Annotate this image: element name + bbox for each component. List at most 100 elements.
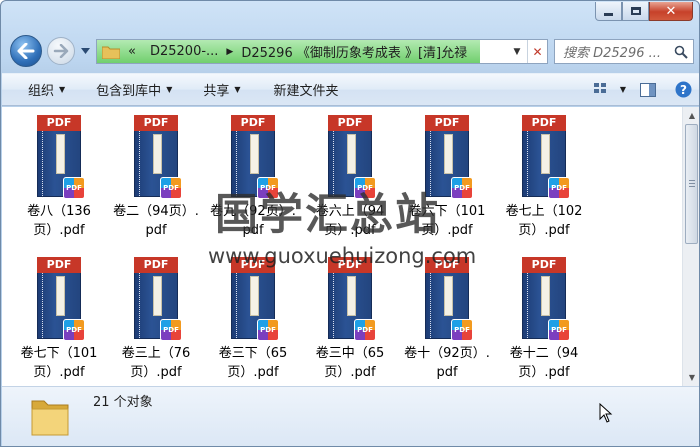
include-library-label: 包含到库中 bbox=[96, 84, 162, 99]
file-item[interactable]: PDF PDF 卷三下（65页）.pdf bbox=[208, 257, 298, 382]
forward-button[interactable] bbox=[47, 37, 75, 65]
pdf-label: PDF bbox=[37, 257, 81, 273]
navigation-bar: « D25200-... ▶ D25296 《御制历象考成表 》[清]允禄 ▼ … bbox=[1, 29, 699, 69]
file-item[interactable]: PDF PDF 卷七下（101页）.pdf bbox=[14, 257, 104, 382]
pdf-app-badge-icon: PDF bbox=[451, 319, 473, 341]
file-name: 卷三中（65页）.pdf bbox=[315, 346, 385, 380]
pdf-file-icon: PDF PDF bbox=[328, 257, 376, 341]
preview-pane-icon bbox=[640, 82, 656, 97]
file-name: 卷三上（76页）.pdf bbox=[121, 346, 191, 380]
file-name: 卷七下（101页）.pdf bbox=[20, 346, 98, 380]
help-icon: ? bbox=[675, 81, 691, 98]
command-bar: 组织 ▼ 包含到库中 ▼ 共享 ▼ 新建文件夹 ▼ ? bbox=[2, 73, 699, 106]
file-item[interactable]: PDF PDF 卷三中（65页）.pdf bbox=[305, 257, 395, 382]
scroll-up-button[interactable]: ▲ bbox=[684, 107, 699, 124]
close-button[interactable]: ✕ bbox=[649, 2, 693, 21]
new-folder-label: 新建文件夹 bbox=[273, 84, 339, 99]
chevron-down-icon: ▼ bbox=[59, 85, 66, 94]
chevron-down-icon: ▼ bbox=[688, 373, 696, 382]
pdf-label: PDF bbox=[134, 115, 178, 131]
back-button[interactable] bbox=[10, 35, 42, 67]
arrow-left-icon bbox=[17, 43, 35, 59]
pdf-file-icon: PDF PDF bbox=[522, 115, 570, 199]
watermark-title: 国学汇总站 bbox=[215, 190, 440, 240]
pdf-file-icon: PDF PDF bbox=[425, 257, 473, 341]
chevron-down-icon: ▼ bbox=[234, 85, 241, 94]
pdf-label: PDF bbox=[425, 115, 469, 131]
file-name: 卷八（136页）.pdf bbox=[27, 204, 91, 238]
pdf-app-badge-icon: PDF bbox=[63, 177, 85, 199]
pdf-file-icon: PDF PDF bbox=[134, 257, 182, 341]
pdf-app-badge-icon: PDF bbox=[451, 177, 473, 199]
scrollbar-thumb[interactable] bbox=[685, 124, 698, 244]
chevron-down-icon bbox=[81, 47, 90, 54]
share-menu[interactable]: 共享 ▼ bbox=[183, 74, 251, 105]
address-overflow-chevron[interactable]: « bbox=[128, 44, 136, 59]
view-dropdown-button[interactable]: ▼ bbox=[616, 74, 630, 105]
pdf-app-badge-icon: PDF bbox=[160, 319, 182, 341]
file-item[interactable]: PDF PDF 卷十（92页）.pdf bbox=[402, 257, 492, 382]
pdf-file-icon: PDF PDF bbox=[134, 115, 182, 199]
close-icon: ✕ bbox=[532, 44, 543, 59]
chevron-up-icon: ▲ bbox=[688, 111, 696, 120]
minimize-button[interactable] bbox=[595, 2, 622, 21]
new-folder-button[interactable]: 新建文件夹 bbox=[252, 74, 350, 105]
search-icon bbox=[674, 45, 688, 59]
pdf-label: PDF bbox=[37, 115, 81, 131]
pdf-app-badge-icon: PDF bbox=[354, 319, 376, 341]
search-box[interactable]: 搜索 D25296 ... bbox=[554, 39, 694, 64]
item-count: 21 个对象 bbox=[93, 395, 153, 410]
breadcrumb-parent[interactable]: D25200-... bbox=[150, 44, 218, 59]
organize-label: 组织 bbox=[28, 84, 55, 99]
file-name: 卷三下（65页）.pdf bbox=[218, 346, 288, 380]
caption-buttons: ✕ bbox=[595, 2, 693, 21]
file-name: 卷十二（94页）.pdf bbox=[509, 346, 579, 380]
details-pane: 21 个对象 bbox=[2, 386, 699, 446]
pdf-file-icon: PDF PDF bbox=[231, 257, 279, 341]
pdf-label: PDF bbox=[328, 115, 372, 131]
file-name: 卷十（92页）.pdf bbox=[404, 346, 490, 380]
svg-text:?: ? bbox=[680, 83, 687, 97]
search-button[interactable] bbox=[669, 40, 693, 63]
view-icon bbox=[594, 82, 606, 93]
pdf-label: PDF bbox=[134, 257, 178, 273]
arrow-right-icon bbox=[53, 44, 69, 58]
pdf-file-icon: PDF PDF bbox=[522, 257, 570, 341]
search-input[interactable]: 搜索 D25296 ... bbox=[555, 42, 669, 61]
vertical-scrollbar[interactable]: ▲ ▼ bbox=[682, 107, 699, 386]
chevron-down-icon: ▼ bbox=[619, 85, 627, 94]
recent-pages-dropdown[interactable] bbox=[80, 45, 91, 56]
pdf-label: PDF bbox=[522, 257, 566, 273]
file-item[interactable]: PDF PDF 卷十二（94页）.pdf bbox=[499, 257, 589, 382]
pdf-file-icon: PDF PDF bbox=[37, 257, 85, 341]
pdf-label: PDF bbox=[231, 115, 275, 131]
organize-menu[interactable]: 组织 ▼ bbox=[2, 74, 76, 105]
address-dropdown-button[interactable]: ▼ bbox=[507, 40, 527, 63]
file-item[interactable]: PDF PDF 卷二（94页）.pdf bbox=[111, 115, 201, 240]
close-icon: ✕ bbox=[665, 3, 677, 19]
help-button[interactable]: ? bbox=[666, 74, 699, 105]
pdf-app-badge-icon: PDF bbox=[63, 319, 85, 341]
maximize-icon bbox=[630, 7, 641, 15]
pdf-label: PDF bbox=[522, 115, 566, 131]
scroll-down-button[interactable]: ▼ bbox=[684, 369, 699, 386]
chevron-down-icon: ▼ bbox=[513, 46, 521, 57]
file-name: 卷二（94页）.pdf bbox=[113, 204, 199, 238]
maximize-button[interactable] bbox=[622, 2, 649, 21]
breadcrumb-current[interactable]: D25296 《御制历象考成表 》[清]允禄 bbox=[241, 42, 467, 61]
pdf-file-icon: PDF PDF bbox=[37, 115, 85, 199]
change-view-button[interactable] bbox=[588, 74, 616, 105]
preview-pane-button[interactable] bbox=[630, 74, 666, 105]
folder-icon bbox=[31, 400, 69, 436]
mouse-cursor-icon bbox=[599, 403, 613, 423]
include-library-menu[interactable]: 包含到库中 ▼ bbox=[76, 74, 183, 105]
breadcrumb-separator-icon[interactable]: ▶ bbox=[226, 47, 233, 57]
file-item[interactable]: PDF PDF 卷三上（76页）.pdf bbox=[111, 257, 201, 382]
address-bar[interactable]: « D25200-... ▶ D25296 《御制历象考成表 》[清]允禄 ▼ … bbox=[96, 39, 548, 64]
file-item[interactable]: PDF PDF 卷七上（102页）.pdf bbox=[499, 115, 589, 240]
file-item[interactable]: PDF PDF 卷八（136页）.pdf bbox=[14, 115, 104, 240]
stop-loading-button[interactable]: ✕ bbox=[527, 40, 547, 63]
chevron-down-icon: ▼ bbox=[166, 85, 173, 94]
watermark-url: www.guoxuehuizong.com bbox=[208, 244, 477, 268]
pdf-app-badge-icon: PDF bbox=[160, 177, 182, 199]
